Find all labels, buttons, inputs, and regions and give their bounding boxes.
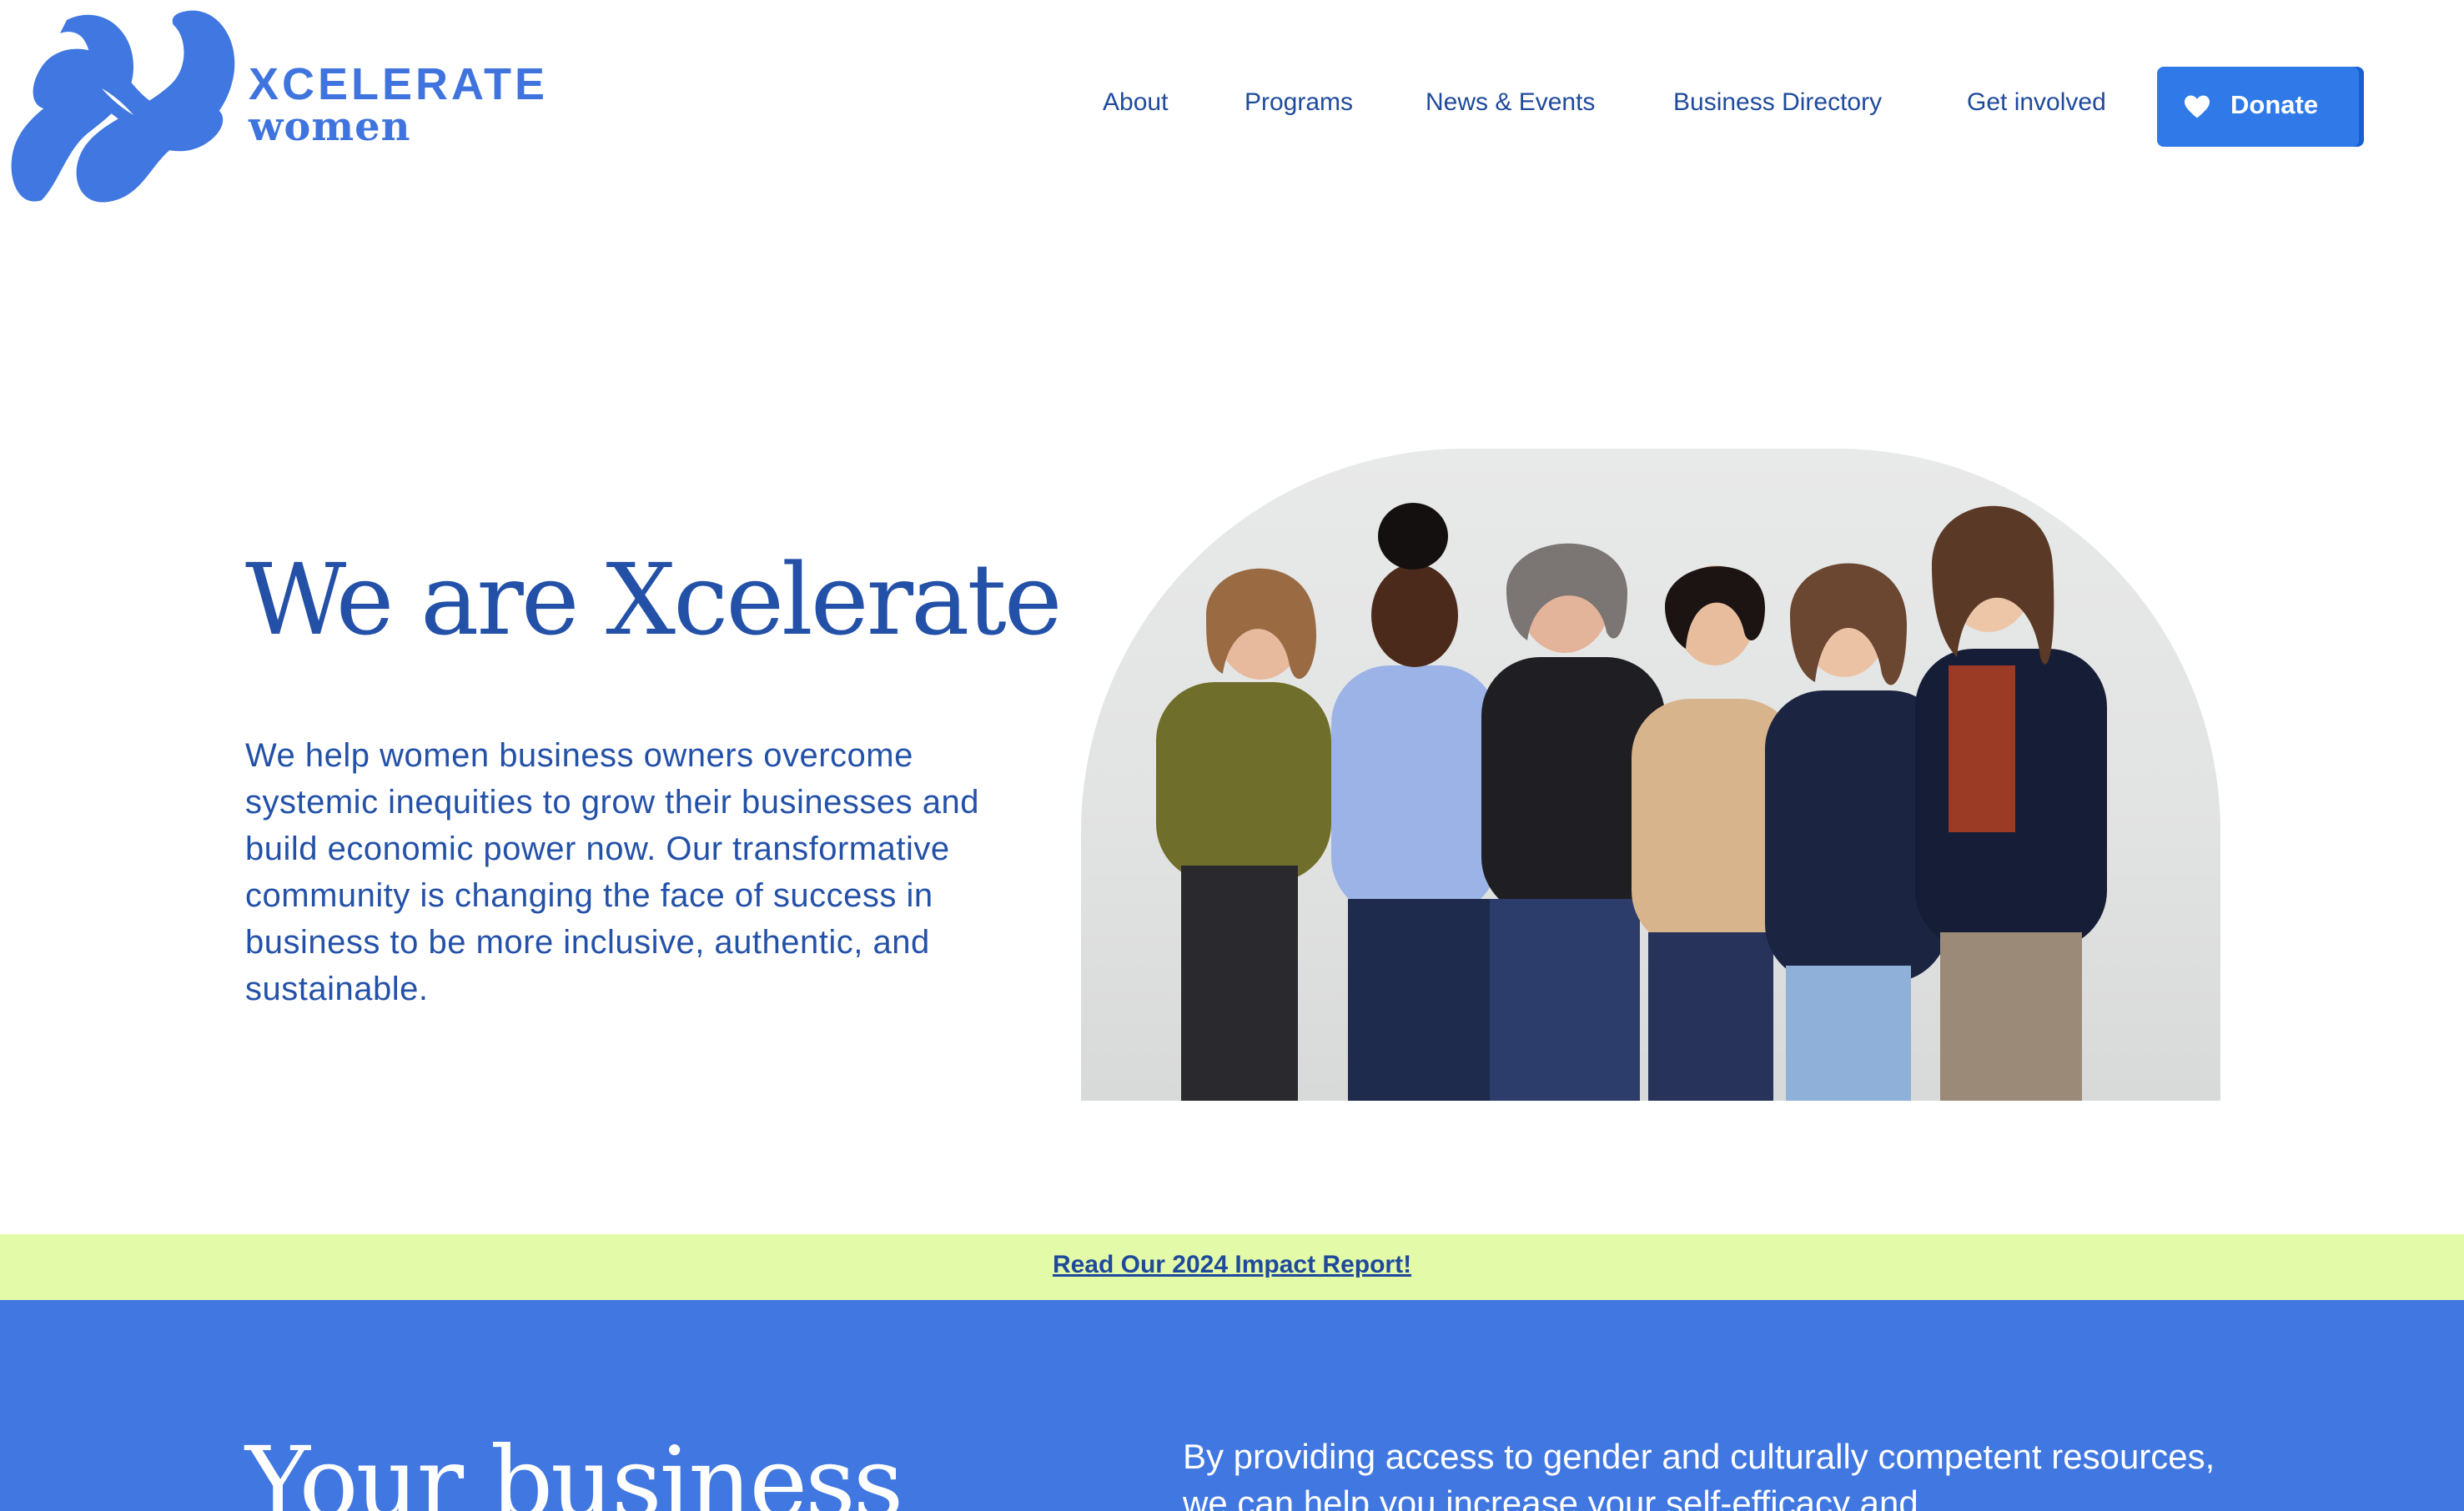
nav-programs[interactable]: Programs bbox=[1245, 88, 1353, 117]
nav-about[interactable]: About bbox=[1103, 88, 1168, 117]
logo-wordmark: XCELERATE bbox=[249, 59, 549, 109]
hero-team-photo bbox=[1081, 449, 2220, 1101]
nav-business-directory[interactable]: Business Directory bbox=[1673, 88, 1882, 117]
xcelerate-logo-mark-icon bbox=[11, 10, 235, 203]
donate-button[interactable]: Donate bbox=[2157, 67, 2359, 147]
hero-title: We are Xcelerate bbox=[245, 542, 1063, 657]
hero-description: We help women business owners overcome s… bbox=[245, 737, 979, 1007]
group-of-women-image bbox=[1156, 503, 2107, 1101]
donate-label: Donate bbox=[2230, 90, 2319, 119]
nav-news-events[interactable]: News & Events bbox=[1426, 88, 1595, 117]
logo-subtitle: women bbox=[249, 103, 411, 150]
section-title: Your business bbox=[245, 1425, 903, 1511]
nav-get-involved[interactable]: Get involved bbox=[1967, 88, 2106, 117]
your-business-section: Your business By providing access to gen… bbox=[0, 1300, 2464, 1511]
site-logo[interactable]: XCELERATE women bbox=[0, 0, 567, 217]
section-description: By providing access to gender and cultur… bbox=[1183, 1437, 2215, 1511]
impact-report-link[interactable]: Read Our 2024 Impact Report! bbox=[1053, 1251, 1411, 1279]
impact-report-banner: Read Our 2024 Impact Report! bbox=[0, 1234, 2464, 1300]
heart-icon bbox=[2185, 95, 2210, 118]
